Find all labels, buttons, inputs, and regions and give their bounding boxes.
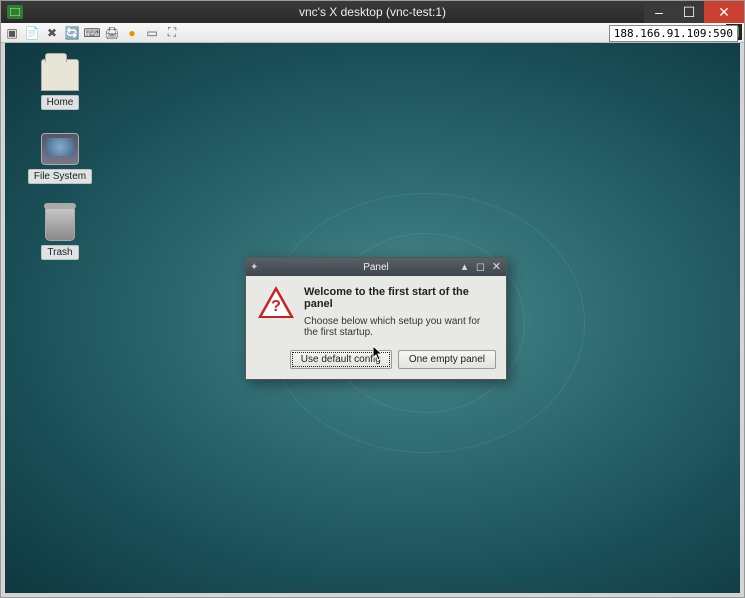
ctrl-alt-del-icon[interactable]: ⌨	[83, 24, 101, 42]
question-warning-icon: ?	[258, 286, 294, 322]
vnc-toolbar: ▣ 📄 ✖ 🔄 ⌨ 🖨 ● ▭ ⛶ 188.166.91.109:590	[1, 23, 744, 43]
connection-address: 188.166.91.109:590	[609, 25, 738, 42]
gear-icon: ✦	[250, 262, 258, 273]
icon-label: File System	[28, 169, 92, 184]
window-control-buttons: – ☐ ✕	[644, 1, 744, 23]
close-button[interactable]: ✕	[704, 1, 744, 23]
drive-icon	[41, 133, 79, 165]
dialog-heading: Welcome to the first start of the panel	[304, 286, 494, 310]
folder-icon	[41, 59, 79, 91]
info-icon[interactable]: ●	[123, 24, 141, 42]
icon-label: Home	[41, 95, 80, 110]
dialog-button-row: Use default config One empty panel	[246, 344, 506, 379]
dialog-message: Choose below which setup you want for th…	[304, 316, 494, 338]
icon-label: Trash	[41, 245, 78, 260]
dialog-body: ? Welcome to the first start of the pane…	[246, 276, 506, 344]
remote-desktop[interactable]: Home File System Trash ✦ Panel ▴ ◻ ✕	[5, 43, 740, 593]
vnc-viewer-window: vnc's X desktop (vnc-test:1) – ☐ ✕ ▣ 📄 ✖…	[0, 0, 745, 598]
dialog-shade-button[interactable]: ▴	[458, 260, 471, 273]
dialog-titlebar[interactable]: ✦ Panel ▴ ◻ ✕	[246, 258, 506, 276]
window-titlebar[interactable]: vnc's X desktop (vnc-test:1) – ☐ ✕	[1, 1, 744, 23]
app-icon	[7, 5, 23, 19]
dialog-close-button[interactable]: ✕	[490, 260, 503, 273]
options-icon[interactable]: 📄	[23, 24, 41, 42]
desktop-icon-filesystem[interactable]: File System	[25, 133, 95, 184]
window-title: vnc's X desktop (vnc-test:1)	[1, 5, 744, 19]
trash-icon	[45, 207, 75, 241]
one-empty-panel-button[interactable]: One empty panel	[398, 350, 496, 369]
dialog-maximize-button[interactable]: ◻	[474, 260, 487, 273]
panel-setup-dialog: ✦ Panel ▴ ◻ ✕ ? Welcome to the first sta…	[245, 257, 507, 380]
desktop-icon-trash[interactable]: Trash	[25, 207, 95, 260]
new-connection-icon[interactable]: ▣	[3, 24, 21, 42]
minimize-button[interactable]: –	[644, 1, 674, 23]
fullscreen-icon[interactable]: ⛶	[163, 24, 181, 42]
refresh-icon[interactable]: 🔄	[63, 24, 81, 42]
maximize-button[interactable]: ☐	[674, 1, 704, 23]
scale-icon[interactable]: ▭	[143, 24, 161, 42]
clipboard-icon[interactable]: 🖨	[103, 24, 121, 42]
use-default-config-button[interactable]: Use default config	[290, 350, 392, 369]
desktop-icon-home[interactable]: Home	[25, 59, 95, 110]
tools-icon[interactable]: ✖	[43, 24, 61, 42]
